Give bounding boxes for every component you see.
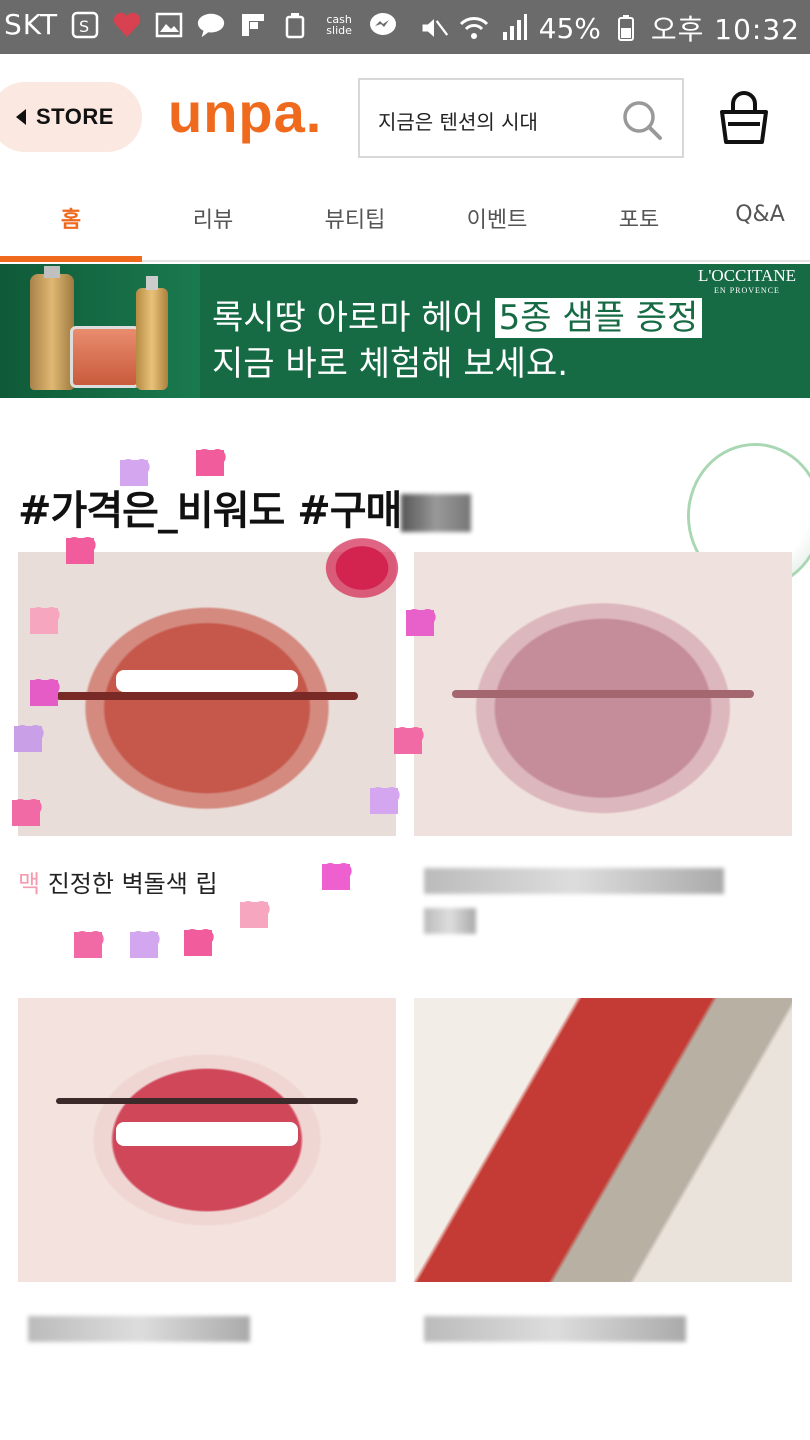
heart-sticker-icon [322,864,350,890]
cashslide-icon: cash slide [322,10,356,40]
section-title-text: #가격은_비워도 #구매 [18,488,402,534]
section-title: #가격은_비워도 #구매 [18,478,472,536]
talk-icon [196,10,226,40]
nav-tabs: 홈 리뷰 뷰티팁 이벤트 포토 Q&A [0,184,810,262]
banner-subline: 지금 바로 체험해 보세요. [212,344,569,384]
post-card[interactable] [414,552,792,934]
gallery-icon [154,10,184,40]
post-thumbnail[interactable] [18,998,396,1282]
clock: 오후 10:32 [650,13,800,46]
messenger-icon [368,10,398,40]
promo-banner[interactable]: 록시땅 아로마 헤어 5종 샘플 증정 지금 바로 체험해 보세요. L'OCC… [0,264,810,398]
blurred-text [401,494,472,532]
carrier-label: SKT [4,8,59,41]
blurred-title [28,1316,250,1342]
product-bottle-image [30,266,74,390]
back-arrow-icon [16,109,26,125]
heart-sticker-icon [184,930,212,956]
heart-sticker-icon [370,788,398,814]
heart-sticker-icon [74,932,102,958]
heart-sticker-icon [394,728,422,754]
kiss-sticker-icon [316,530,408,606]
unpa-logo[interactable]: unpa. [168,80,322,145]
app-header: STORE unpa. 지금은 텐션의 시대 [0,54,810,184]
search-input[interactable]: 지금은 텐션의 시대 [358,78,684,158]
post-title-text: 진정한 벽돌색 립 [40,870,218,898]
post-card[interactable] [18,998,396,1342]
product-jar-image [70,326,140,388]
signal-icon [499,13,529,43]
heart-sticker-icon [30,608,58,634]
tab-review[interactable]: 리뷰 [142,202,284,234]
banner-highlight: 5종 샘플 증정 [494,298,703,338]
heart-sticker-icon [66,538,94,564]
status-bar: SKT S cash slide 45% 오후 10:32 [0,0,810,54]
mouth-line [55,1098,359,1104]
teeth-detail [116,1122,298,1146]
post-card[interactable] [414,998,792,1342]
wifi-icon [459,13,489,43]
cashslide-label: cash slide [326,12,352,37]
heart-sticker-icon [30,680,58,706]
heart-sticker-icon [240,902,268,928]
brand-logo: L'OCCITANE EN PROVENCE [698,267,796,298]
heart-icon [112,10,142,40]
heart-sticker-icon [196,450,224,476]
mouth-line [451,690,755,698]
banner-headline-text: 록시땅 아로마 헤어 [212,298,495,338]
search-icon[interactable] [620,98,664,142]
post-title-brand: 맥 [18,870,41,898]
banner-headline: 록시땅 아로마 헤어 5종 샘플 증정 [212,290,703,339]
flipboard-icon [238,10,268,40]
search-query: 지금은 텐션의 시대 [378,110,538,134]
product-spray-image [136,276,168,390]
post-thumbnail[interactable] [414,552,792,836]
heart-sticker-icon [406,610,434,636]
post-thumbnail[interactable] [414,998,792,1282]
tab-photo[interactable]: 포토 [568,202,710,234]
recycle-icon [280,10,310,40]
heart-sticker-icon [14,726,42,752]
post-title[interactable]: 맥 진정한 벽돌색 립 [18,864,218,899]
tab-home[interactable]: 홈 [0,202,142,234]
status-left: SKT S cash slide [4,8,398,41]
status-right: 45% 오후 10:32 [419,8,800,48]
battery-icon [611,13,641,43]
banner-product-image [0,264,200,398]
tab-beauty-tip[interactable]: 뷰티팁 [284,202,426,234]
battery-percent: 45% [538,11,601,45]
mute-icon [419,13,449,43]
blurred-title [424,868,724,894]
blurred-title [424,908,476,934]
store-button[interactable]: STORE [0,82,142,152]
s-icon: S [70,10,100,40]
svg-text:S: S [79,17,89,36]
teeth-detail [116,670,298,692]
shopping-bag-icon[interactable] [714,88,774,148]
heart-sticker-icon [130,932,158,958]
store-label: STORE [36,104,114,129]
mouth-line [55,692,359,700]
brand-subtitle: EN PROVENCE [714,286,780,295]
blurred-title [424,1316,686,1342]
tab-qna[interactable]: Q&A [710,202,810,227]
active-tab-indicator [0,256,142,262]
heart-sticker-icon [120,460,148,486]
heart-sticker-icon [12,800,40,826]
tab-event[interactable]: 이벤트 [426,202,568,234]
